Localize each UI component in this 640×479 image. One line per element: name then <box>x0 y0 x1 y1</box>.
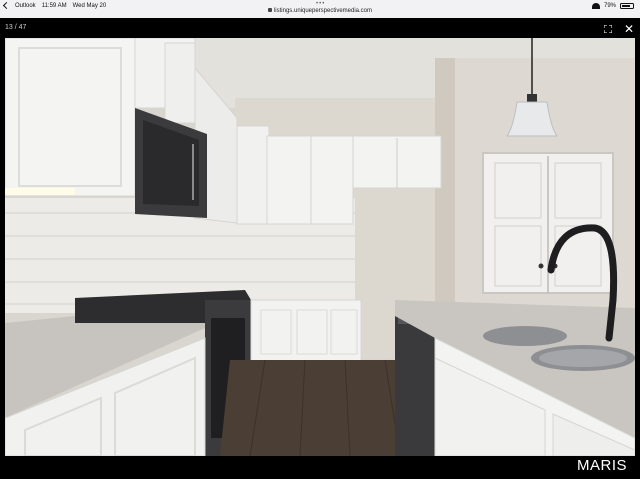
battery-percent: 79% <box>603 2 616 9</box>
kitchen-photo[interactable] <box>5 38 635 456</box>
kitchen-illustration <box>5 38 635 456</box>
status-bar: Outlook 11:59 AM Wed May 20 ••• listings… <box>0 0 640 18</box>
battery-icon <box>620 2 634 9</box>
photo-viewer: 13 / 47 ✕ MARIS <box>0 18 640 479</box>
fullscreen-icon[interactable] <box>604 25 612 33</box>
url-text: listings.uniqueperspectivemedia.com <box>273 8 373 14</box>
close-icon[interactable]: ✕ <box>623 23 635 35</box>
multitasking-dots-icon[interactable]: ••• <box>316 1 325 7</box>
lock-icon <box>267 8 272 13</box>
mls-watermark: MARIS <box>577 457 628 474</box>
address-bar[interactable]: listings.uniqueperspectivemedia.com <box>0 8 640 14</box>
wifi-icon <box>591 2 600 9</box>
photo-counter: 13 / 47 <box>5 24 27 31</box>
battery-fill <box>622 4 630 7</box>
